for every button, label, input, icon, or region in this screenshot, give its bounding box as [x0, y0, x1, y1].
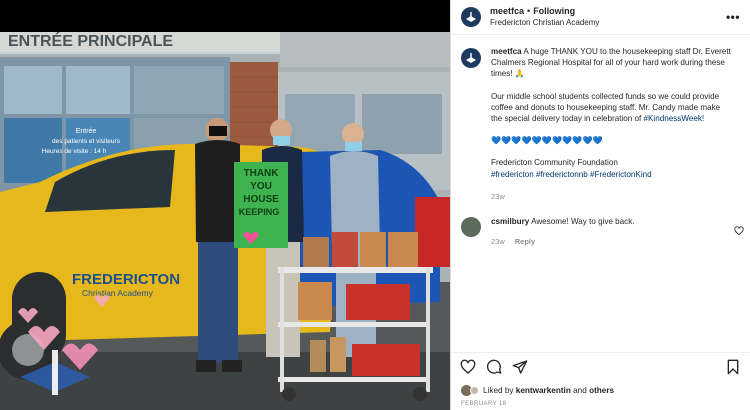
- post-date[interactable]: FEBRUARY 18: [461, 400, 506, 407]
- liker-username[interactable]: kentwarkentin: [516, 386, 571, 395]
- like-button[interactable]: [460, 359, 476, 375]
- post-photo[interactable]: ENTRÉE PRINCIPALE Entrée des patients et…: [0, 32, 450, 410]
- comment-button[interactable]: [486, 359, 502, 375]
- comment-item: csmilbury Awesome! Way to give back. 23w…: [461, 216, 740, 247]
- bookmark-icon: [727, 359, 739, 374]
- caption-avatar[interactable]: [461, 48, 481, 68]
- svg-text:YOU: YOU: [250, 181, 272, 192]
- like-comment-icon[interactable]: [734, 226, 744, 236]
- door-sign-line2: des patients et visiteurs: [52, 138, 121, 145]
- header-separator: •: [527, 6, 531, 16]
- comment-bubble-icon: [486, 359, 502, 374]
- caption: meetfca A huge THANK YOU to the housekee…: [461, 46, 740, 202]
- action-bar: [451, 352, 750, 380]
- building-sign: ENTRÉE PRINCIPALE: [8, 32, 173, 50]
- caption-username[interactable]: meetfca: [491, 47, 522, 56]
- account-avatar[interactable]: [461, 7, 481, 27]
- header-text: meetfca • Following Fredericton Christian …: [490, 5, 724, 29]
- svg-text:KEEPING: KEEPING: [239, 207, 280, 217]
- header-account-name[interactable]: Fredericton Christian Academy: [490, 17, 724, 29]
- door-sign-line1: Entrée: [76, 128, 97, 135]
- likes-summary: Liked by kentwarkentin and others: [461, 385, 614, 396]
- paper-plane-icon: [512, 359, 528, 374]
- comment-timestamp[interactable]: 23w: [491, 237, 505, 246]
- post-header: meetfca • Following Fredericton Christian …: [451, 0, 750, 35]
- door-sign-line3: Heures de visite : 14 h: [42, 148, 107, 155]
- liker-avatar-2[interactable]: [470, 386, 479, 395]
- post-modal: ENTRÉE PRINCIPALE Entrée des patients et…: [0, 0, 750, 410]
- likes-others-link[interactable]: others: [589, 386, 614, 395]
- caption-para1: A huge THANK YOU to the housekeeping sta…: [491, 47, 731, 79]
- header-username[interactable]: meetfca: [490, 6, 524, 16]
- hashtag-kindnessweek[interactable]: #KindnessWeek!: [644, 114, 705, 123]
- school-crest-icon: [466, 12, 476, 22]
- post-side-panel: meetfca • Following Fredericton Christian …: [450, 0, 750, 410]
- blue-hearts-emoji: 💙💙💙💙💙💙💙💙💙💙💙: [491, 136, 603, 146]
- caption-foundation: Fredericton Community Foundation: [491, 158, 618, 168]
- following-button[interactable]: Following: [533, 6, 575, 16]
- car-logo-sub: Christian Academy: [82, 288, 154, 298]
- comment-username[interactable]: csmilbury: [491, 217, 529, 226]
- heart-icon: [460, 359, 476, 374]
- svg-text:THANK: THANK: [244, 168, 280, 179]
- comments-area[interactable]: meetfca A huge THANK YOU to the housekee…: [451, 36, 750, 352]
- save-button[interactable]: [725, 359, 741, 375]
- share-button[interactable]: [512, 359, 528, 375]
- comment-text: Awesome! Way to give back.: [531, 217, 635, 227]
- photo-illustration: ENTRÉE PRINCIPALE Entrée des patients et…: [0, 32, 450, 410]
- reply-button[interactable]: Reply: [515, 237, 535, 246]
- school-crest-icon: [466, 53, 476, 63]
- svg-text:HOUSE: HOUSE: [243, 194, 279, 205]
- caption-hashtags[interactable]: #fredericton #frederictonnb #Fredericton…: [491, 169, 731, 180]
- commenter-avatar[interactable]: [461, 217, 481, 238]
- car-logo-text: FREDERICTON: [72, 271, 180, 288]
- more-options-icon[interactable]: •••: [724, 10, 742, 24]
- caption-timestamp[interactable]: 23w: [491, 191, 731, 202]
